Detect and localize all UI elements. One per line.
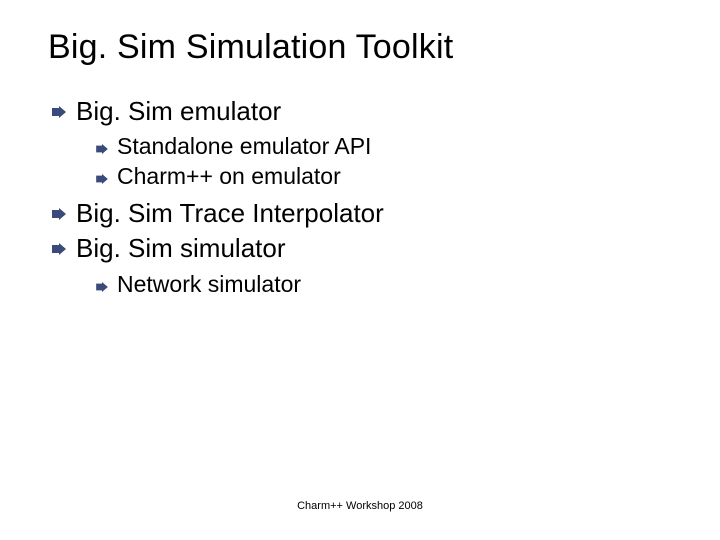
arrow-bullet-icon — [96, 141, 108, 159]
list-item-label: Standalone emulator API — [117, 132, 371, 161]
list-item: Big. Sim Trace Interpolator — [52, 197, 680, 230]
arrow-bullet-icon — [96, 279, 108, 297]
list-item-label: Network simulator — [117, 270, 301, 299]
slide-footer: Charm++ Workshop 2008 — [0, 500, 720, 512]
arrow-bullet-icon — [52, 207, 66, 225]
bullet-list-nested: Network simulator — [52, 270, 680, 299]
arrow-bullet-icon — [52, 242, 66, 260]
arrow-bullet-icon — [96, 171, 108, 189]
list-item: Standalone emulator API — [96, 132, 680, 161]
list-item: Big. Sim emulator — [52, 95, 680, 128]
list-item-label: Big. Sim simulator — [76, 232, 286, 265]
bullet-list-nested: Standalone emulator API Charm++ on emula… — [52, 132, 680, 191]
list-item-label: Big. Sim emulator — [76, 95, 281, 128]
list-item-label: Charm++ on emulator — [117, 162, 341, 191]
list-item: Charm++ on emulator — [96, 162, 680, 191]
bullet-list: Big. Sim emulator Standalone emulator AP… — [48, 95, 680, 299]
list-item-label: Big. Sim Trace Interpolator — [76, 197, 384, 230]
list-item: Network simulator — [96, 270, 680, 299]
list-item: Big. Sim simulator — [52, 232, 680, 265]
slide: Big. Sim Simulation Toolkit Big. Sim emu… — [0, 0, 720, 540]
slide-title: Big. Sim Simulation Toolkit — [48, 28, 680, 67]
arrow-bullet-icon — [52, 105, 66, 123]
